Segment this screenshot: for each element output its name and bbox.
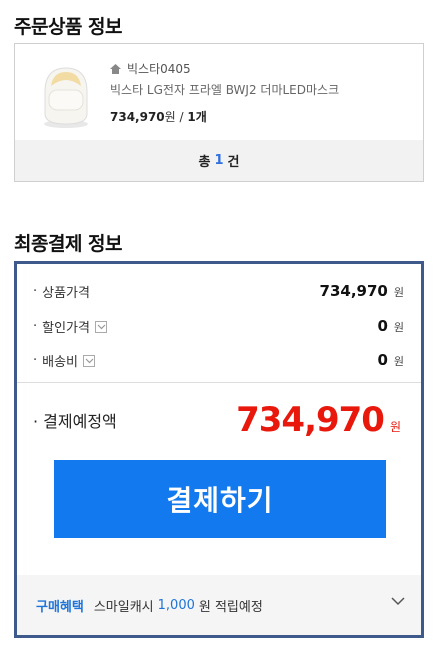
discount-row: · 할인가격 0원 xyxy=(33,317,404,336)
price-row: · 상품가격 734,970 원 xyxy=(33,282,404,301)
product-price-value: 734,970 xyxy=(110,110,165,124)
price-label: 상품가격 xyxy=(42,286,90,301)
discount-value: 0 xyxy=(377,317,388,335)
product-thumbnail[interactable] xyxy=(37,62,95,130)
order-count-bar: 총 1 건 xyxy=(15,140,423,181)
benefit-text-pre: 스마일캐시 xyxy=(93,599,154,615)
order-product-box: 빅스타0405 빅스타 LG전자 프라엘 BWJ2 더마LED마스크 734,9… xyxy=(14,43,424,182)
shipping-row: · 배송비 0원 xyxy=(33,351,404,370)
divider xyxy=(17,382,421,383)
product-quantity: 1개 xyxy=(187,110,207,124)
discount-label: 할인가격 xyxy=(42,321,90,336)
chevron-down-icon[interactable] xyxy=(391,597,405,606)
shipping-label: 배송비 xyxy=(42,355,79,370)
product-name[interactable]: 빅스타 LG전자 프라엘 BWJ2 더마LED마스크 xyxy=(110,81,339,98)
benefit-amount: 1,000 xyxy=(157,597,195,613)
pay-button[interactable]: 결제하기 xyxy=(54,460,386,538)
shipping-expand-icon[interactable] xyxy=(83,354,96,367)
total-value: 734,970 xyxy=(236,400,385,440)
order-count: 1 xyxy=(214,153,224,168)
seller-info[interactable]: 빅스타0405 xyxy=(110,60,191,77)
benefit-text-post: 원 적립예정 xyxy=(198,599,263,615)
shipping-value: 0 xyxy=(377,351,388,369)
total-unit: 원 xyxy=(389,420,401,434)
price-value: 734,970 xyxy=(319,282,388,300)
home-icon xyxy=(110,63,121,74)
seller-name: 빅스타0405 xyxy=(127,62,191,76)
payment-section-title: 최종결제 정보 xyxy=(14,233,123,255)
benefit-tag: 구매혜택 xyxy=(36,599,84,615)
purchase-benefit-bar[interactable]: 구매혜택 스마일캐시 1,000 원 적립예정 xyxy=(17,575,421,635)
product-price: 734,970원 / 1개 xyxy=(110,110,207,124)
payment-summary-box: · 상품가격 734,970 원 · 할인가격 0원 · 배송비 0원 · 결제예정액 … xyxy=(14,261,424,638)
total-label: · 결제예정액 xyxy=(33,412,117,431)
discount-expand-icon[interactable] xyxy=(94,320,107,333)
total-amount: 734,970 원 xyxy=(236,400,401,440)
order-section-title: 주문상품 정보 xyxy=(14,16,123,38)
